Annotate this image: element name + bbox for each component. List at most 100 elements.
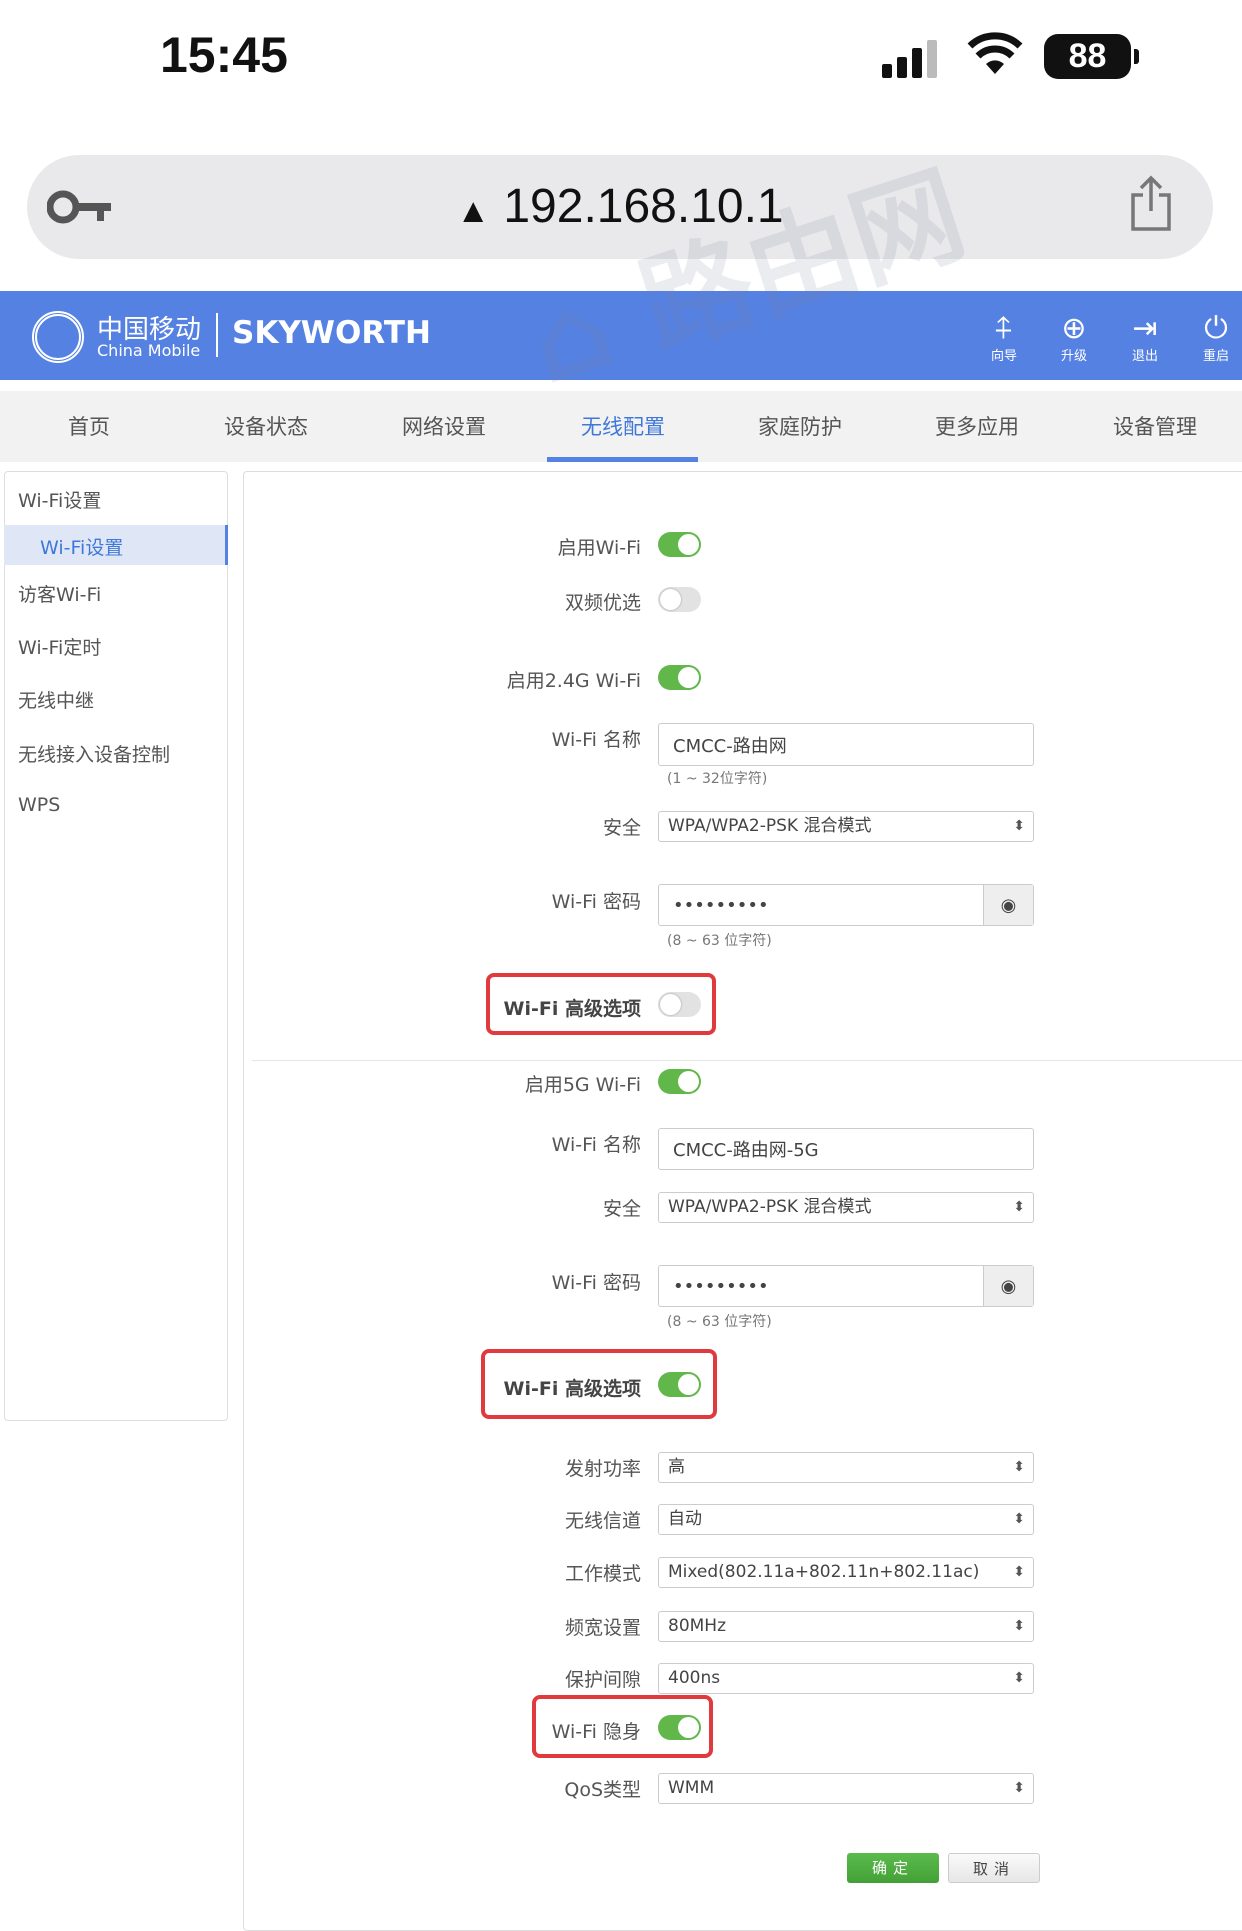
password-24g-hint: (8 ~ 63 位字符) [667,933,772,949]
dual-band-label: 双频优选 [564,592,641,614]
upgrade-label: 升级 [1060,349,1087,364]
tab-device-status[interactable]: 设备状态 [224,411,308,441]
security-24g-value: WPA/WPA2-PSK 混合模式 [668,816,872,836]
brand-logo: SKYWORTH [232,315,431,351]
security-5g-label: 安全 [602,1198,641,1220]
enable-wifi-toggle[interactable] [658,532,701,557]
logo-en: China Mobile [97,341,201,360]
enable-24g-toggle[interactable] [658,665,701,690]
wizard-label: 向导 [990,349,1017,364]
sidebar [4,471,228,1421]
advanced-5g-label: Wi-Fi 高级选项 [503,1378,641,1400]
password-5g-hint: (8 ~ 63 位字符) [667,1314,772,1330]
logout-label: 退出 [1131,349,1158,364]
sidebar-item-guest-wifi[interactable]: 访客Wi-Fi [18,580,101,607]
password-24g-input[interactable]: ••••••••• ◉ [658,884,1034,926]
main-nav: 首页 设备状态 网络设置 无线配置 家庭防护 更多应用 设备管理 [0,391,1242,462]
reboot-button[interactable]: ⏻ 重启 [1191,311,1241,365]
sidebar-item-access-control[interactable]: 无线接入设备控制 [18,740,170,767]
channel-label: 无线信道 [564,1510,641,1532]
cellular-signal-icon [882,38,942,78]
upgrade-button[interactable]: ⊕ 升级 [1049,311,1099,365]
wifi-icon [966,30,1024,87]
upgrade-icon: ⊕ [1061,311,1087,346]
sidebar-item-wifi-settings[interactable]: Wi-Fi设置 [40,533,123,560]
sidebar-item-repeater[interactable]: 无线中继 [18,686,94,713]
password-24g-label: Wi-Fi 密码 [551,891,641,913]
warning-triangle-icon: ▲ [456,192,491,230]
reboot-label: 重启 [1202,349,1229,364]
security-5g-select[interactable]: WPA/WPA2-PSK 混合模式 ⬍ [658,1192,1034,1223]
tab-more-apps[interactable]: 更多应用 [935,411,1019,441]
ssid-24g-input[interactable]: CMCC-路由网 [658,723,1034,766]
sidebar-group-wifi-settings[interactable]: Wi-Fi设置 [18,486,101,513]
eye-icon[interactable]: ◉ [983,1266,1033,1306]
select-arrows-icon: ⬍ [1013,1780,1025,1796]
password-5g-input[interactable]: ••••••••• ◉ [658,1265,1034,1307]
enable-5g-label: 启用5G Wi-Fi [524,1074,641,1096]
tab-device-management[interactable]: 设备管理 [1113,411,1197,441]
power-icon: ⏻ [1204,311,1228,346]
advanced-5g-toggle[interactable] [658,1372,701,1397]
sidebar-item-wps[interactable]: WPS [18,794,60,816]
enable-5g-toggle[interactable] [658,1069,701,1094]
tab-family-protection[interactable]: 家庭防护 [758,411,842,441]
channel-select[interactable]: 自动 ⬍ [658,1504,1034,1535]
logout-button[interactable]: ⇥ 退出 [1120,311,1170,365]
tab-network[interactable]: 网络设置 [402,411,486,441]
active-tab-indicator [547,457,698,462]
select-arrows-icon: ⬍ [1013,818,1025,834]
select-arrows-icon: ⬍ [1013,1199,1025,1215]
ssid-5g-label: Wi-Fi 名称 [551,1134,641,1156]
select-arrows-icon: ⬍ [1013,1459,1025,1475]
tab-wireless[interactable]: 无线配置 [581,411,665,441]
confirm-button[interactable]: 确定 [847,1853,939,1883]
advanced-24g-toggle[interactable] [658,992,701,1017]
guard-interval-value: 400ns [668,1668,721,1688]
password-24g-value: ••••••••• [673,894,769,916]
wizard-button[interactable]: ⍏ 向导 [979,311,1029,365]
bandwidth-label: 频宽设置 [564,1617,641,1639]
security-5g-value: WPA/WPA2-PSK 混合模式 [668,1197,872,1217]
qos-label: QoS类型 [564,1779,641,1801]
guard-interval-label: 保护间隙 [564,1669,641,1691]
advanced-24g-label: Wi-Fi 高级选项 [503,998,641,1020]
guard-interval-select[interactable]: 400ns ⬍ [658,1663,1034,1694]
channel-value: 自动 [668,1509,702,1529]
signpost-icon: ⍏ [995,311,1013,346]
password-5g-label: Wi-Fi 密码 [551,1272,641,1294]
qos-select[interactable]: WMM ⬍ [658,1773,1034,1804]
security-24g-label: 安全 [602,817,641,839]
ssid-5g-input[interactable]: CMCC-路由网-5G [658,1128,1034,1170]
mode-label: 工作模式 [564,1563,641,1585]
select-arrows-icon: ⬍ [1013,1564,1025,1580]
battery-indicator: 88 [1044,34,1139,79]
tx-power-select[interactable]: 高 ⬍ [658,1452,1034,1483]
security-24g-select[interactable]: WPA/WPA2-PSK 混合模式 ⬍ [658,811,1034,842]
eye-icon[interactable]: ◉ [983,885,1033,925]
hide-ssid-label: Wi-Fi 隐身 [551,1721,641,1743]
mode-select[interactable]: Mixed(802.11a+802.11n+802.11ac) ⬍ [658,1557,1034,1588]
bandwidth-value: 80MHz [668,1616,727,1636]
sidebar-item-wifi-timer[interactable]: Wi-Fi定时 [18,633,101,660]
section-divider [252,1060,1242,1061]
share-icon[interactable] [1129,175,1173,235]
ssid-24g-label: Wi-Fi 名称 [551,729,641,751]
bandwidth-select[interactable]: 80MHz ⬍ [658,1611,1034,1642]
status-time: 15:45 [160,27,288,83]
mode-value: Mixed(802.11a+802.11n+802.11ac) [668,1562,980,1582]
enable-wifi-label: 启用Wi-Fi [557,537,641,559]
select-arrows-icon: ⬍ [1013,1618,1025,1634]
enable-24g-label: 启用2.4G Wi-Fi [506,670,641,692]
dual-band-toggle[interactable] [658,587,701,612]
cancel-button[interactable]: 取消 [948,1853,1040,1883]
password-5g-value: ••••••••• [673,1275,769,1297]
tab-home[interactable]: 首页 [68,411,110,441]
select-arrows-icon: ⬍ [1013,1670,1025,1686]
logout-icon: ⇥ [1132,311,1158,346]
tx-power-label: 发射功率 [564,1458,641,1480]
qos-value: WMM [668,1778,715,1798]
ssid-24g-hint: (1 ~ 32位字符) [667,771,768,787]
china-mobile-logo-icon [32,311,84,363]
hide-ssid-toggle[interactable] [658,1715,701,1740]
